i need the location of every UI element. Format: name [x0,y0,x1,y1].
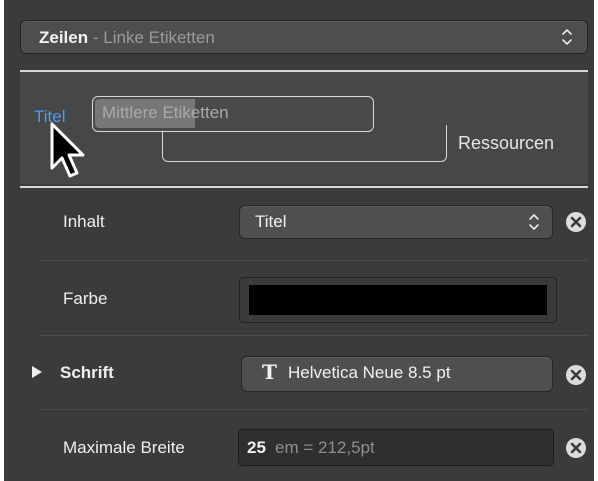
row-type-select-value: Zeilen - Linke Etiketten [39,28,215,47]
tab-ressourcen[interactable]: Ressourcen [458,133,554,154]
farbe-color-well[interactable] [239,277,557,323]
schrift-font-value: Helvetica Neue 8.5 pt [288,363,451,382]
max-breite-label: Maximale Breite [63,438,185,457]
clear-max-breite-icon[interactable] [566,438,586,458]
section-divider-bottom [20,186,588,188]
inhalt-select-value: Titel [255,212,287,231]
chevron-up-down-icon [562,29,572,45]
color-swatch [249,285,547,315]
farbe-label: Farbe [63,289,108,308]
max-breite-unit: em = 212,5pt [275,438,375,457]
schrift-font-button[interactable]: T Helvetica Neue 8.5 pt [241,356,553,392]
chevron-up-down-icon [529,214,539,230]
clear-inhalt-icon[interactable] [566,212,586,232]
row-type-select[interactable]: Zeilen - Linke Etiketten [20,20,588,54]
row-divider [40,260,588,261]
row-divider [40,335,588,336]
schrift-label: Schrift [60,363,114,382]
row-divider [40,409,588,410]
clear-schrift-icon[interactable] [566,365,586,385]
mouse-pointer-icon [50,122,85,178]
dragged-label-text: Mittlere Etiketten [102,103,229,122]
font-t-icon: T [262,360,277,384]
inhalt-label: Inhalt [63,212,105,231]
max-breite-value: 25 [247,438,266,457]
disclosure-triangle-icon[interactable] [32,366,42,378]
dragged-label-mittlere-etiketten[interactable]: Mittlere Etiketten [92,96,374,132]
inhalt-select[interactable]: Titel [239,205,553,239]
max-breite-input[interactable]: 25 em = 212,5pt [238,429,554,466]
